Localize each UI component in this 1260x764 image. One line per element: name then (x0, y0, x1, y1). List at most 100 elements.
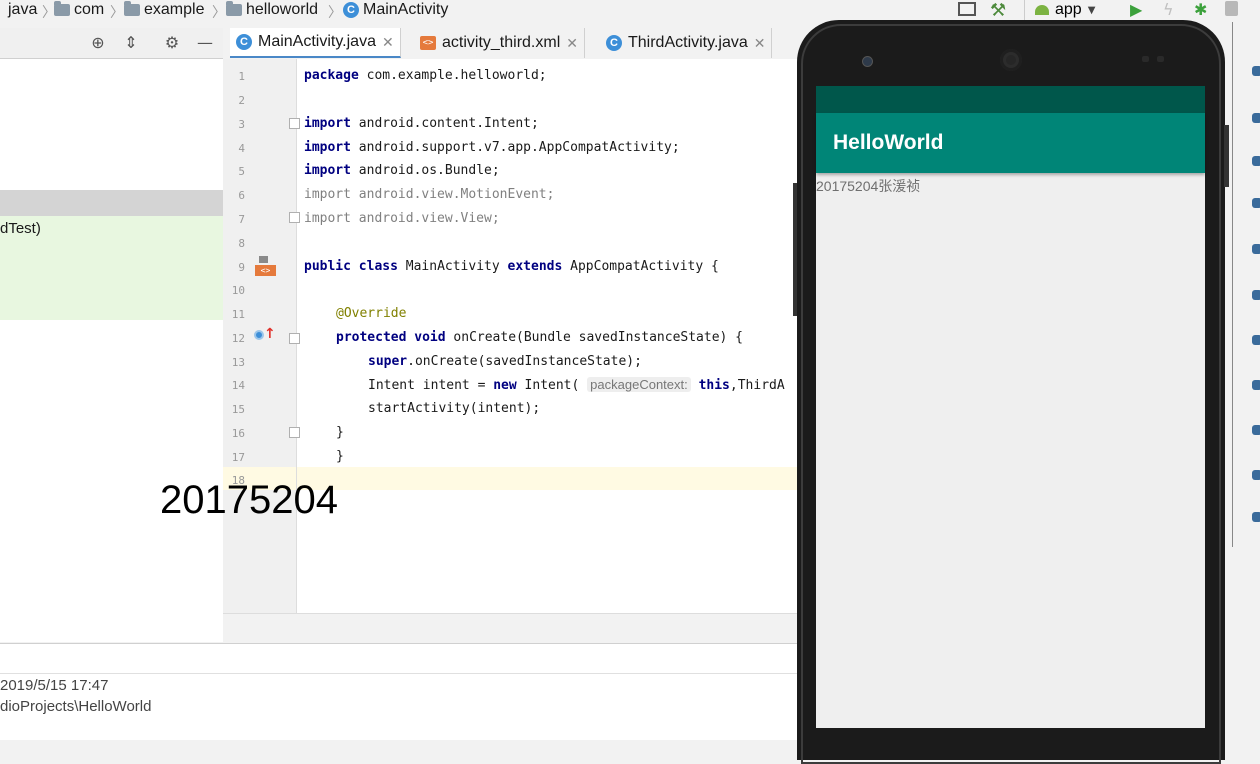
code-line-15: startActivity(intent); (368, 401, 541, 416)
run-config-select[interactable]: app ▼ (1024, 0, 1112, 20)
code-line-4: import android.support.v7.app.AppCompatA… (304, 140, 680, 155)
code-line-11: @Override (336, 306, 407, 321)
overlay-number: 20175204 (160, 478, 338, 522)
folder-icon (54, 1, 70, 16)
line-number: 16 (231, 427, 245, 440)
tool-window-icon[interactable] (1252, 512, 1260, 522)
arrow-up-icon: ↑ (264, 326, 276, 342)
right-tool-strip (1232, 22, 1260, 547)
line-number: 1 (238, 70, 245, 83)
code-line-13: super.onCreate(savedInstanceState); (368, 354, 642, 369)
hammer-icon[interactable]: ⚒ (990, 0, 1006, 21)
text-view: 20175204张湲祯 (816, 178, 921, 194)
camera-icon (862, 56, 873, 67)
app-title: HelloWorld (833, 131, 944, 154)
code-line-5: import android.os.Bundle; (304, 163, 500, 178)
editor-horizontal-scrollbar[interactable] (223, 613, 800, 643)
fold-icon[interactable] (289, 333, 300, 344)
tool-window-icon[interactable] (1252, 425, 1260, 435)
breadcrumb-java[interactable]: java (8, 0, 37, 20)
bottom-panel (0, 643, 800, 740)
fold-icon[interactable] (289, 118, 300, 129)
class-icon: C (606, 35, 622, 51)
code-line-7: import android.view.View; (304, 211, 500, 226)
breadcrumb-mainactivity[interactable]: C MainActivity (343, 0, 448, 20)
fold-icon[interactable] (289, 427, 300, 438)
sensor-icon (1142, 56, 1149, 62)
override-icon[interactable] (254, 330, 264, 340)
code-line-12: protected void onCreate(Bundle savedInst… (336, 330, 744, 345)
tool-window-icon[interactable] (1252, 198, 1260, 208)
timestamp-text: 2019/5/15 17:47 (0, 677, 109, 694)
debug-icon[interactable]: ✱ (1194, 0, 1207, 19)
fold-icon[interactable] (289, 212, 300, 223)
divider (0, 673, 800, 674)
tab-label: ThirdActivity.java (628, 34, 748, 51)
volume-button[interactable] (793, 183, 797, 316)
speaker-icon (1000, 49, 1022, 71)
line-number: 14 (231, 379, 245, 392)
tool-window-icon[interactable] (1252, 290, 1260, 300)
tool-window-icon[interactable] (1252, 156, 1260, 166)
code-line-6: import android.view.MotionEvent; (304, 187, 555, 202)
breadcrumb-label: com (74, 1, 105, 18)
tab-mainactivity-java[interactable]: C MainActivity.java ✕ (230, 28, 401, 58)
run-config-label: app (1055, 1, 1082, 18)
breadcrumb-com[interactable]: com (54, 0, 104, 20)
code-line-3: import android.content.Intent; (304, 116, 539, 131)
line-number: 6 (238, 189, 245, 202)
close-icon[interactable]: ✕ (382, 34, 394, 51)
tool-window-icon[interactable] (1252, 470, 1260, 480)
project-panel (0, 28, 223, 642)
related-layout-icon[interactable]: <> (255, 256, 276, 276)
tree-item-label[interactable]: dTest) (0, 220, 41, 237)
tool-window-icon[interactable] (1252, 244, 1260, 254)
chevron-right-icon: 〉 (110, 5, 124, 21)
close-icon[interactable]: ✕ (566, 35, 578, 52)
power-button[interactable] (1224, 125, 1229, 187)
locate-icon[interactable]: ⊕ (88, 33, 108, 53)
code-line-1: package com.example.helloworld; (304, 68, 547, 83)
tool-window-icon[interactable] (1252, 335, 1260, 345)
tool-window-icon[interactable] (1252, 113, 1260, 123)
folder-icon (226, 1, 242, 16)
android-status-bar (816, 86, 1205, 113)
tool-window-icon[interactable] (1252, 380, 1260, 390)
selected-tree-row[interactable] (0, 190, 223, 216)
breadcrumb-example[interactable]: example (124, 0, 204, 20)
breadcrumb-label: MainActivity (363, 1, 449, 18)
breadcrumb-label: helloworld (246, 1, 319, 18)
attach-debugger-icon[interactable] (1225, 1, 1238, 16)
parameter-hint: packageContext: (587, 377, 691, 392)
tab-thirdactivity-java[interactable]: C ThirdActivity.java ✕ (600, 28, 773, 58)
gear-icon[interactable]: ⚙ (162, 33, 182, 53)
tab-activity-third-xml[interactable]: <> activity_third.xml ✕ (414, 28, 585, 58)
line-number: 7 (238, 213, 245, 226)
code-line-14: Intent intent = new Intent( packageConte… (368, 377, 785, 393)
tab-label: activity_third.xml (442, 34, 561, 51)
breadcrumb-label: example (144, 1, 205, 18)
chevron-right-icon: 〉 (212, 5, 226, 21)
folder-icon (124, 1, 140, 16)
current-line-highlight (297, 467, 800, 490)
line-number: 3 (238, 118, 245, 131)
line-number: 17 (231, 451, 245, 464)
apply-changes-icon[interactable]: ϟ (1163, 0, 1174, 19)
minimize-icon[interactable]: — (195, 33, 215, 53)
project-path-text: dioProjects\HelloWorld (0, 698, 152, 715)
line-number: 13 (231, 356, 245, 369)
sensor-icon (1157, 56, 1164, 62)
run-icon[interactable]: ▶ (1130, 0, 1142, 19)
close-icon[interactable]: ✕ (754, 35, 766, 52)
tab-label: MainActivity.java (258, 33, 376, 50)
layout-icon[interactable] (958, 2, 976, 16)
breadcrumb-helloworld[interactable]: helloworld (226, 0, 318, 20)
line-number: 5 (238, 165, 245, 178)
line-number: 12 (231, 332, 245, 345)
chevron-right-icon: 〉 (328, 5, 342, 21)
tool-window-icon[interactable] (1252, 66, 1260, 76)
line-number: 11 (231, 308, 245, 321)
line-number: 15 (231, 403, 245, 416)
project-panel-header (0, 28, 223, 59)
collapse-all-icon[interactable]: ⇕ (121, 33, 141, 53)
